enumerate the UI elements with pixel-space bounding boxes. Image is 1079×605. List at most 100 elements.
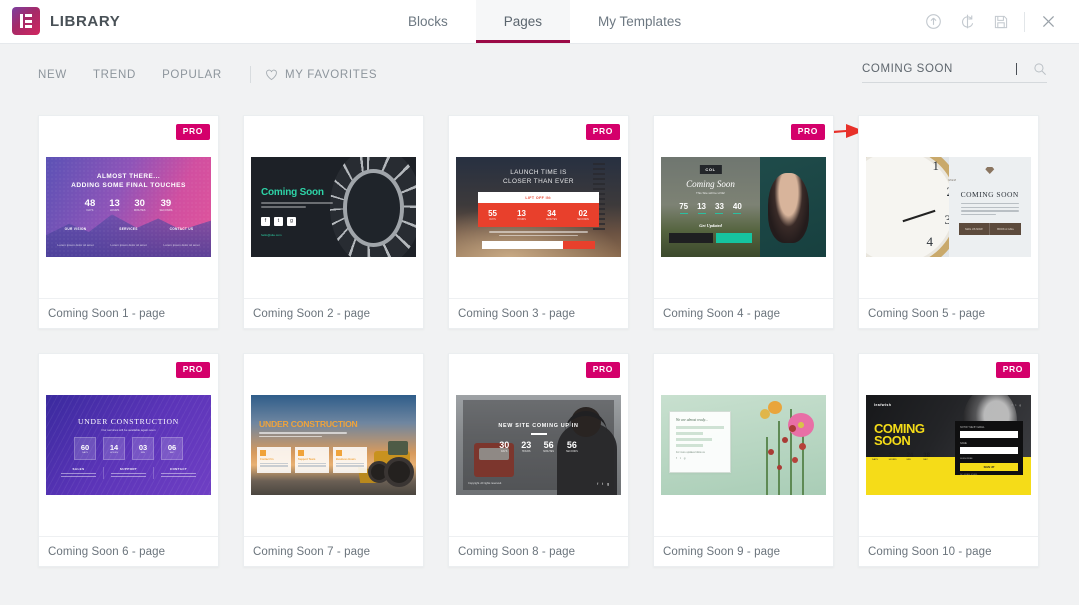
template-preview[interactable]: PRO ALMOST THERE... ADDING SOME FINAL TO… xyxy=(39,116,218,299)
template-name: Coming Soon 2 - page xyxy=(253,308,371,320)
template-preview[interactable]: PRO NEW SITE COMING UP IN 30 DAYS 23 HOURS… xyxy=(449,354,628,537)
template-footer: Coming Soon 5 - page xyxy=(859,299,1038,328)
thumb-cta-heading: Get Updated xyxy=(699,223,722,228)
thumb-heading: UNDER CONSTRUCTION xyxy=(77,417,180,426)
template-footer: Coming Soon 6 - page xyxy=(39,537,218,566)
search-icon[interactable] xyxy=(1033,62,1047,76)
template-footer: Coming Soon 1 - page xyxy=(39,299,218,328)
social-icons: ftg xyxy=(261,217,296,226)
social-icons: ftg xyxy=(597,482,609,486)
thumb-heading: LAUNCH TIME IS xyxy=(510,169,567,176)
thumbnail: ALMOST THERE... ADDING SOME FINAL TOUCHE… xyxy=(46,157,211,257)
thumb-subtitle: Our services will be available again soo… xyxy=(101,428,156,432)
template-footer: Coming Soon 4 - page xyxy=(654,299,833,328)
template-preview[interactable]: We are almost ready... For more updates … xyxy=(654,354,833,537)
template-card[interactable]: PRO ALMOST THERE... ADDING SOME FINAL TO… xyxy=(38,115,219,329)
template-card[interactable]: PRO LAUNCH TIME IS CLOSER THAN EVER LIFT… xyxy=(448,115,629,329)
thumb-footer: Copyright. All rights reserved. xyxy=(468,482,502,485)
template-preview[interactable]: PRO leafwish ftg COMING SOON 98 DAYS 23 HO… xyxy=(859,354,1038,537)
thumb-countdown: 98 DAYS 23 HOURS 24 MIN 38 SEC xyxy=(872,453,930,461)
thumb-countdown: 30 DAYS 23 HOURS 56 MINUTES 56 SECONDS xyxy=(499,440,578,454)
text-caret xyxy=(1016,63,1017,75)
page-title: LIBRARY xyxy=(50,12,121,30)
thumbnail: NEW SITE COMING UP IN 30 DAYS 23 HOURS 56 M… xyxy=(456,395,621,495)
divider xyxy=(1024,11,1025,32)
thumb-mail: hello@site.com xyxy=(261,233,282,237)
thumb-heading: ALMOST THERE... xyxy=(96,173,161,180)
template-preview[interactable]: Coming Soon ftg hello@site.com xyxy=(244,116,423,299)
filter-new[interactable]: NEW xyxy=(38,69,83,81)
tab-blocks[interactable]: Blocks xyxy=(380,0,476,43)
thumbnail: UNDER CONSTRUCTION Our services will be … xyxy=(46,395,211,495)
thumb-tag: COL xyxy=(699,165,722,174)
template-card[interactable]: Coming Soon ftg hello@site.com Coming So… xyxy=(243,115,424,329)
thumbnail: 1234 M&M COMING SOON MAIL US NOW BOOK A … xyxy=(866,157,1031,257)
template-card[interactable]: PRO UNDER CONSTRUCTION Our services will… xyxy=(38,353,219,567)
tab-pages[interactable]: Pages xyxy=(475,0,571,43)
thumb-heading: UNDER CONSTRUCTION xyxy=(259,419,358,429)
template-name: Coming Soon 6 - page xyxy=(48,546,166,558)
template-card[interactable]: PRO COL Coming Soon This Site will be LI… xyxy=(653,115,834,329)
template-footer: Coming Soon 2 - page xyxy=(244,299,423,328)
filter-trend[interactable]: TREND xyxy=(93,69,152,81)
pro-badge: PRO xyxy=(995,362,1030,378)
thumb-countdown: 60 DAYS 14 HOURS 03 MIN 06 SEC xyxy=(46,437,211,460)
pro-badge: PRO xyxy=(175,362,210,378)
thumb-countdown: 55 DAYS 13 HOURS 34 MINUTES 02 SECONDS xyxy=(478,203,599,227)
search-input[interactable] xyxy=(862,63,1017,75)
upload-icon[interactable] xyxy=(916,0,950,43)
template-card[interactable]: We are almost ready... For more updates … xyxy=(653,353,834,567)
template-name: Coming Soon 1 - page xyxy=(48,308,166,320)
template-preview[interactable]: UNDER CONSTRUCTION Contact Us Support Te… xyxy=(244,354,423,537)
thumb-panel: We are almost ready... For more updates … xyxy=(669,411,731,473)
thumb-heading: Coming Soon xyxy=(686,179,735,189)
template-card[interactable]: PRO leafwish ftg COMING SOON 98 DAYS 23 HO… xyxy=(858,353,1039,567)
template-footer: Coming Soon 8 - page xyxy=(449,537,628,566)
thumbnail: UNDER CONSTRUCTION Contact Us Support Te… xyxy=(251,395,416,495)
brand: LIBRARY xyxy=(12,7,120,35)
header-actions xyxy=(916,0,1065,43)
thumb-brand: M&M xyxy=(948,179,957,182)
thumb-form-panel: NOTIFY ME BY EMAIL NAME SUBSCRIBE SIGN U… xyxy=(955,421,1023,476)
close-icon[interactable] xyxy=(1031,0,1065,43)
filter-my-favorites-label: MY FAVORITES xyxy=(284,68,378,81)
library-header: LIBRARY Blocks Pages My Templates xyxy=(0,0,1079,44)
thumb-columns: SALES SUPPORT CONTACT xyxy=(54,467,203,479)
search-box xyxy=(862,62,1047,83)
template-name: Coming Soon 7 - page xyxy=(253,546,371,558)
template-card[interactable]: 1234 M&M COMING SOON MAIL US NOW BOOK A … xyxy=(858,115,1039,329)
template-footer: Coming Soon 3 - page xyxy=(449,299,628,328)
thumb-heading: We are almost ready... xyxy=(676,418,708,422)
thumb-countdown: 75 13 33 40 xyxy=(661,203,760,215)
filter-list: NEW TREND POPULAR MY FAVORITES xyxy=(38,66,377,83)
social-icons: ftg xyxy=(676,456,686,461)
thumbnail: LAUNCH TIME IS CLOSER THAN EVER LIFT OFF… xyxy=(456,157,621,257)
heart-icon xyxy=(266,69,277,80)
library-tabs: Blocks Pages My Templates xyxy=(380,0,709,43)
template-preview[interactable]: 1234 M&M COMING SOON MAIL US NOW BOOK A … xyxy=(859,116,1038,299)
thumb-buttons: MAIL US NOW BOOK A CALL xyxy=(958,223,1021,235)
template-card[interactable]: PRO NEW SITE COMING UP IN 30 DAYS 23 HOURS… xyxy=(448,353,629,567)
template-card[interactable]: UNDER CONSTRUCTION Contact Us Support Te… xyxy=(243,353,424,567)
template-preview[interactable]: PRO COL Coming Soon This Site will be LI… xyxy=(654,116,833,299)
pro-badge: PRO xyxy=(790,124,825,140)
template-name: Coming Soon 3 - page xyxy=(458,308,576,320)
thumb-cards: Contact Us Support Team Business Hours xyxy=(257,447,367,473)
filter-my-favorites[interactable]: MY FAVORITES xyxy=(265,69,377,81)
sync-icon[interactable] xyxy=(950,0,984,43)
tab-my-templates[interactable]: My Templates xyxy=(570,0,709,43)
template-footer: Coming Soon 7 - page xyxy=(244,537,423,566)
template-preview[interactable]: PRO UNDER CONSTRUCTION Our services will… xyxy=(39,354,218,537)
thumb-columns: OUR VISIONLorem ipsum dolor sit amet con… xyxy=(57,227,200,247)
thumb-heading: COMING SOON xyxy=(960,190,1019,199)
template-preview[interactable]: PRO LAUNCH TIME IS CLOSER THAN EVER LIFT… xyxy=(449,116,628,299)
template-name: Coming Soon 8 - page xyxy=(458,546,576,558)
thumb-liftoff-label: LIFT OFF IN: xyxy=(478,192,599,203)
filter-bar: NEW TREND POPULAR MY FAVORITES xyxy=(0,44,1079,138)
filter-popular[interactable]: POPULAR xyxy=(162,69,238,81)
pro-badge: PRO xyxy=(585,362,620,378)
thumbnail: leafwish ftg COMING SOON 98 DAYS 23 HOURS … xyxy=(866,395,1031,495)
template-name: Coming Soon 10 - page xyxy=(868,546,992,558)
thumb-subheading: CLOSER THAN EVER xyxy=(503,178,574,185)
save-icon[interactable] xyxy=(984,0,1018,43)
